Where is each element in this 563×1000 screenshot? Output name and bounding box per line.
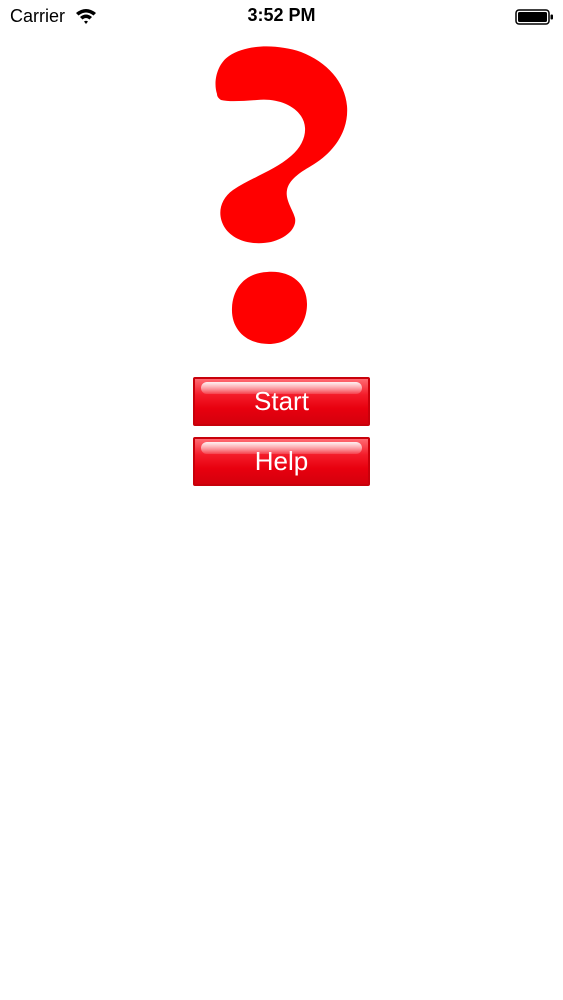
start-button-label: Start: [254, 386, 309, 416]
status-time: 3:52 PM: [247, 5, 316, 25]
start-button[interactable]: Start: [193, 377, 370, 426]
help-button[interactable]: Help: [193, 437, 370, 486]
question-mark-icon: [215, 46, 348, 344]
help-button-label: Help: [254, 446, 309, 476]
status-bar: Carrier 3:52 PM: [0, 0, 563, 34]
battery-icon: [515, 9, 553, 25]
app-screen: Carrier 3:52 PM Start Help: [0, 0, 563, 1000]
